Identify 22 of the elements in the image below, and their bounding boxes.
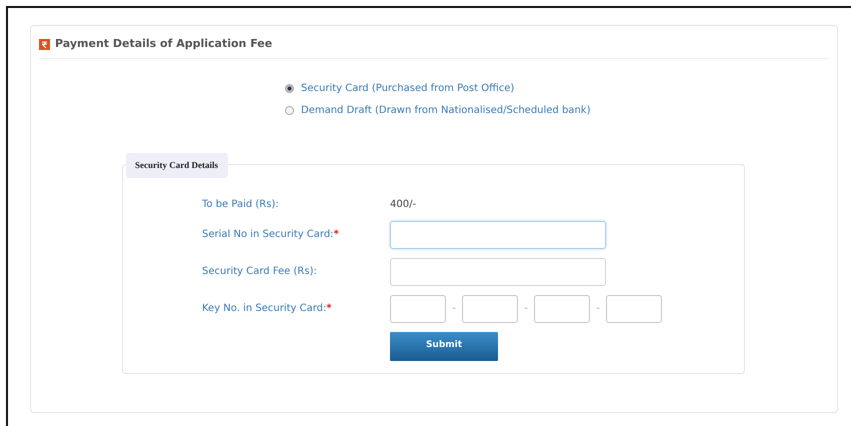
panel-title: Payment Details of Application Fee — [55, 36, 272, 52]
input-field[interactable] — [390, 294, 446, 322]
field-label: To be Paid (Rs): — [202, 198, 280, 212]
separator-dash: - — [451, 302, 457, 316]
radio-button[interactable] — [285, 84, 294, 92]
input-field[interactable] — [390, 258, 606, 286]
submit-button[interactable]: Submit — [390, 332, 498, 360]
field-label: Serial No in Security Card:* — [202, 228, 340, 242]
rupee-icon — [39, 38, 50, 50]
input-field[interactable] — [606, 294, 662, 322]
radio-button[interactable] — [285, 106, 294, 114]
separator-dash: - — [595, 302, 601, 316]
field-label: Security Card Fee (Rs): — [202, 265, 318, 279]
radio-label[interactable]: Demand Draft (Drawn from Nationalised/Scheduled bank) — [301, 102, 590, 118]
field-label: Key No. in Security Card:* — [202, 302, 333, 316]
input-field[interactable] — [534, 294, 590, 322]
separator-dash: - — [523, 302, 529, 316]
input-field[interactable] — [390, 220, 606, 248]
amount-value: 400/- — [390, 198, 416, 212]
input-field[interactable] — [462, 294, 518, 322]
fieldset-legend: Security Card Details — [126, 152, 228, 178]
radio-label[interactable]: Security Card (Purchased from Post Office) — [301, 80, 514, 96]
